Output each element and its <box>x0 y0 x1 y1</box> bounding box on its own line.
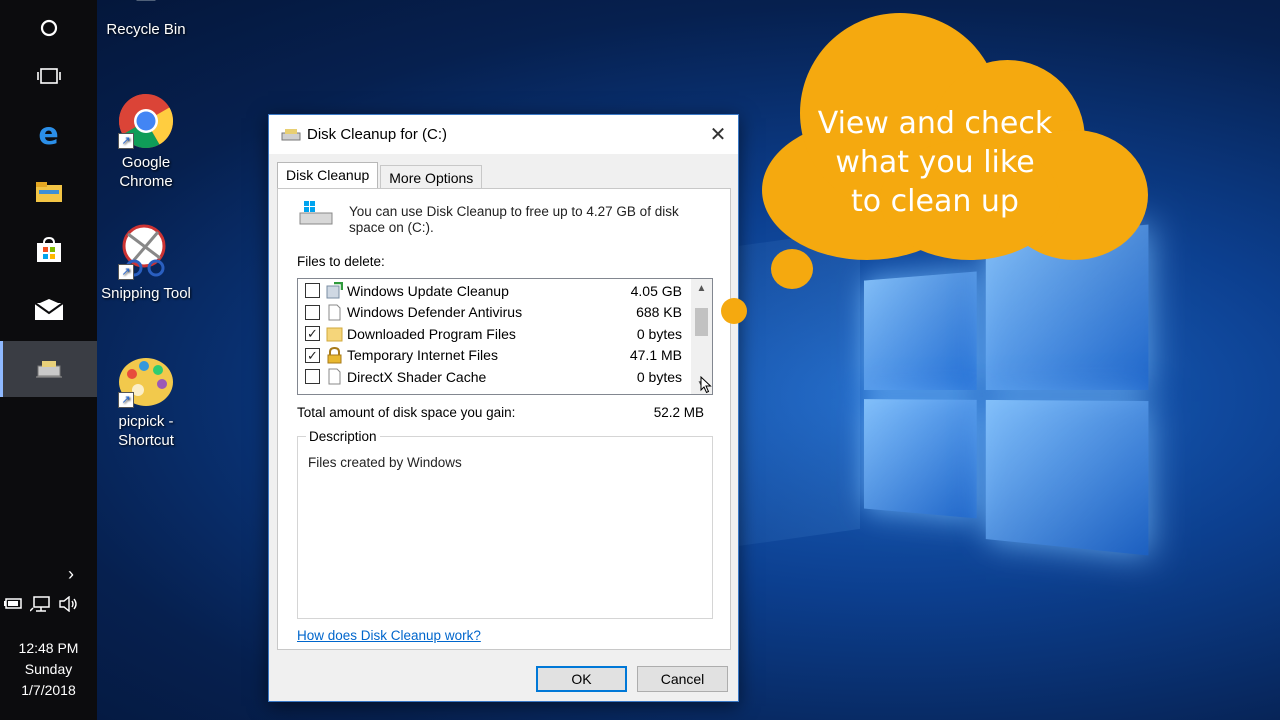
chrome-label-line2: Chrome <box>119 173 173 190</box>
description-legend: Description <box>306 429 380 444</box>
chrome-icon: ↗ <box>118 93 174 149</box>
desktop-icon-snipping-tool[interactable]: ↗ Snipping Tool <box>96 224 196 303</box>
files-to-delete-label: Files to delete: <box>297 254 385 269</box>
shortcut-arrow-icon: ↗ <box>118 133 134 149</box>
disk-cleanup-task-icon[interactable] <box>0 341 97 397</box>
close-button[interactable]: ✕ <box>698 115 738 154</box>
file-name: Windows Update Cleanup <box>347 282 509 299</box>
ok-button[interactable]: OK <box>536 666 627 692</box>
recycle-bin-icon <box>118 0 174 16</box>
battery-icon[interactable] <box>4 596 24 616</box>
checkbox[interactable] <box>305 283 320 299</box>
disk-cleanup-dialog: Disk Cleanup for (C:) ✕ Disk Cleanup Mor… <box>268 114 739 702</box>
lock-icon <box>326 346 343 364</box>
callout-line2: what you like <box>835 145 1035 180</box>
total-space-label: Total amount of disk space you gain: <box>297 405 516 420</box>
desktop-icon-picpick[interactable]: ↗ picpick - Shortcut <box>96 352 196 450</box>
scrollbar-thumb[interactable] <box>695 308 708 336</box>
list-item[interactable]: Windows Update Cleanup 4.05 GB <box>298 280 690 302</box>
folder-icon <box>326 325 343 342</box>
dialog-title: Disk Cleanup for (C:) <box>307 126 448 143</box>
info-text: You can use Disk Cleanup to free up to 4… <box>349 204 679 235</box>
clock-day: Sunday <box>24 661 73 677</box>
callout-line3: to clean up <box>851 184 1019 219</box>
dialog-titlebar[interactable]: Disk Cleanup for (C:) <box>269 115 738 154</box>
list-item[interactable]: ✓ Temporary Internet Files 47.1 MB <box>298 345 690 367</box>
file-name: Temporary Internet Files <box>347 347 498 364</box>
picpick-icon: ↗ <box>118 352 174 408</box>
mail-icon[interactable] <box>0 282 97 338</box>
scroll-up-icon[interactable]: ▲ <box>691 279 712 298</box>
recycle-bin-label: Recycle Bin <box>106 21 186 38</box>
tab-disk-cleanup[interactable]: Disk Cleanup <box>277 162 379 189</box>
disk-cleanup-icon <box>281 128 301 142</box>
file-name: Windows Defender Antivirus <box>347 304 523 321</box>
checkbox-checked[interactable]: ✓ <box>305 326 320 342</box>
file-name: Downloaded Program Files <box>347 325 516 342</box>
checkbox-checked[interactable]: ✓ <box>305 347 320 363</box>
chrome-label-line1: Google <box>121 154 171 171</box>
file-explorer-icon[interactable] <box>0 164 97 220</box>
task-view-icon[interactable] <box>0 48 97 104</box>
picpick-label-line1: picpick - <box>118 413 174 430</box>
clock-date: 1/7/2018 <box>21 682 76 698</box>
shortcut-arrow-icon: ↗ <box>118 392 134 408</box>
list-item[interactable]: DirectX Shader Cache 0 bytes <box>298 366 690 388</box>
file-name: DirectX Shader Cache <box>347 368 487 385</box>
help-link[interactable]: How does Disk Cleanup work? <box>297 628 481 643</box>
disk-cleanup-panel: You can use Disk Cleanup to free up to 4… <box>277 188 731 650</box>
snipping-tool-icon: ↗ <box>118 224 174 280</box>
mouse-cursor-icon <box>700 375 712 397</box>
file-size: 4.05 GB <box>630 282 682 299</box>
checkbox[interactable] <box>305 369 320 385</box>
callout-line1: View and check <box>817 106 1053 141</box>
file-size: 47.1 MB <box>629 347 682 364</box>
edge-icon[interactable]: e <box>0 106 97 162</box>
store-icon[interactable] <box>0 222 97 278</box>
desktop-icon-recycle-bin[interactable]: Recycle Bin <box>96 0 196 39</box>
dialog-tabs: Disk Cleanup More Options <box>277 162 484 189</box>
network-icon[interactable] <box>29 596 52 616</box>
checkbox[interactable] <box>305 304 320 320</box>
document-icon <box>326 304 343 321</box>
file-size: 0 bytes <box>636 325 682 342</box>
show-hidden-icons-icon[interactable]: › <box>68 564 74 585</box>
list-item[interactable]: Windows Defender Antivirus 688 KB <box>298 302 690 324</box>
callout-text: View and check what you like to clean up <box>790 104 1080 221</box>
description-text: Files created by Windows <box>308 455 462 470</box>
tab-more-options[interactable]: More Options <box>380 165 483 189</box>
taskbar: e › 12:48 PM Sunday 1/7/2018 <box>0 0 97 720</box>
total-space-value: 52.2 MB <box>653 405 704 420</box>
document-icon <box>326 368 343 385</box>
file-size: 688 KB <box>636 304 682 321</box>
files-to-delete-list[interactable]: Windows Update Cleanup 4.05 GB Windows D… <box>297 278 713 395</box>
list-item[interactable]: ✓ Downloaded Program Files 0 bytes <box>298 323 690 345</box>
picpick-label-line2: Shortcut <box>118 432 174 449</box>
shortcut-arrow-icon: ↗ <box>118 264 134 280</box>
desktop-icon-google-chrome[interactable]: ↗ Google Chrome <box>96 93 196 191</box>
snipping-tool-label: Snipping Tool <box>101 285 191 302</box>
close-icon: ✕ <box>709 124 727 146</box>
drive-icon <box>298 199 334 227</box>
windows-update-icon <box>326 282 344 299</box>
clock-time: 12:48 PM <box>18 640 79 656</box>
volume-icon[interactable] <box>58 595 80 616</box>
cancel-button[interactable]: Cancel <box>637 666 728 692</box>
description-group: Description Files created by Windows <box>297 429 713 619</box>
file-size: 0 bytes <box>636 368 682 385</box>
taskbar-clock[interactable]: 12:48 PM Sunday 1/7/2018 <box>0 638 97 701</box>
